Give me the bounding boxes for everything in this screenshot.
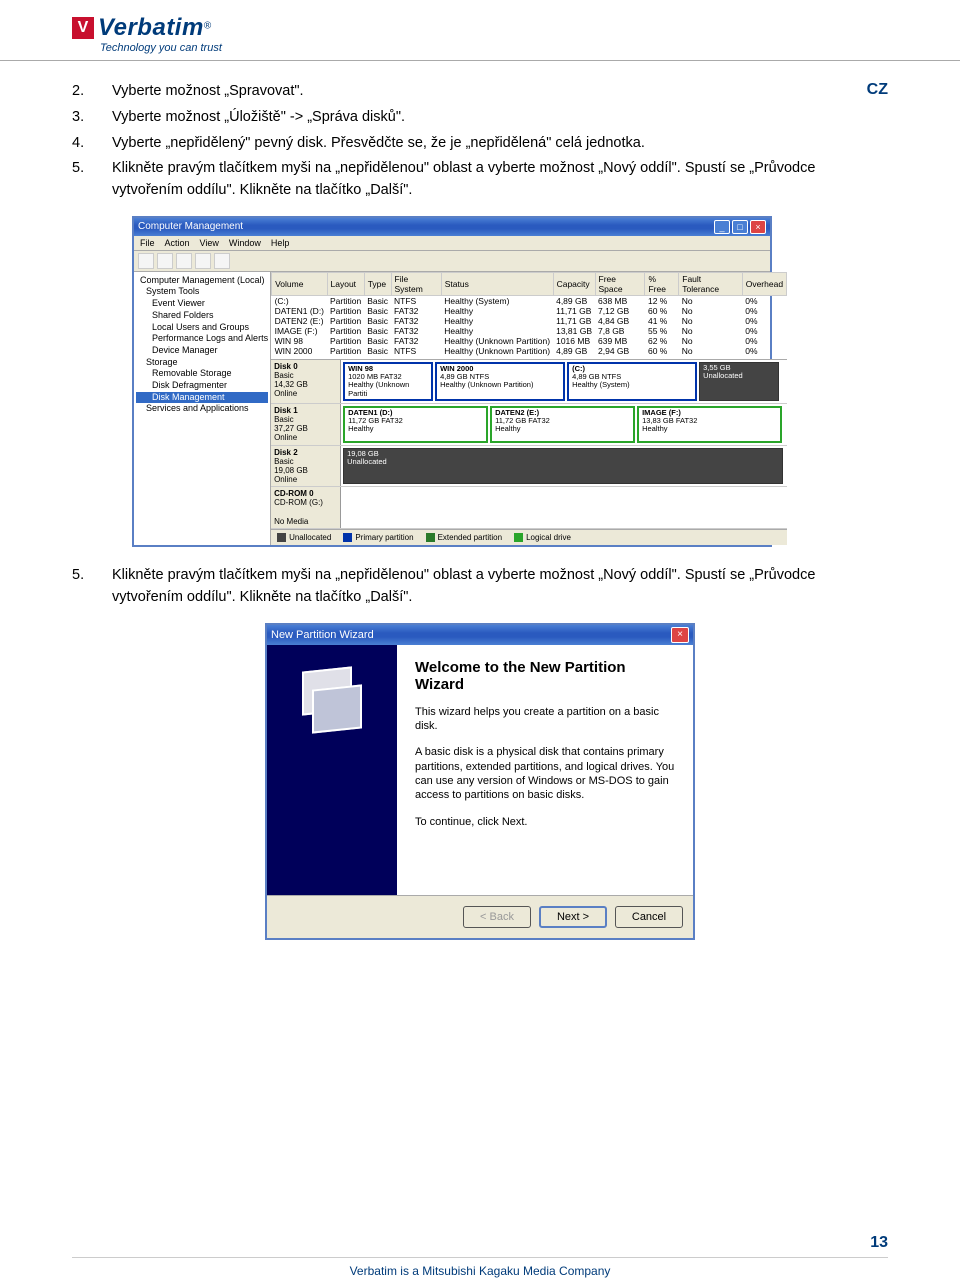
disk-map: Disk 0Basic14,32 GBOnlineWIN 981020 MB F…: [271, 360, 787, 529]
disk-row: Disk 2Basic19,08 GBOnline19,08 GBUnalloc…: [271, 446, 787, 488]
toolbar-icon[interactable]: [176, 253, 192, 269]
tree-node[interactable]: Shared Folders: [136, 310, 268, 322]
menu-item[interactable]: Window: [229, 238, 261, 248]
partition-block[interactable]: 3,55 GBUnallocated: [699, 362, 779, 401]
brand-name: Verbatim: [98, 14, 204, 41]
wizard-title: New Partition Wizard: [271, 629, 374, 641]
volume-table: VolumeLayoutTypeFile SystemStatusCapacit…: [271, 272, 787, 356]
tree-node[interactable]: Removable Storage: [136, 368, 268, 380]
partition-block[interactable]: DATEN2 (E:)11,72 GB FAT32Healthy: [490, 406, 635, 443]
column-header[interactable]: Status: [441, 272, 553, 295]
page-footer: Verbatim is a Mitsubishi Kagaku Media Co…: [72, 1257, 888, 1278]
cm-title: Computer Management: [138, 221, 243, 232]
legend-item: Extended partition: [426, 533, 503, 542]
brand-logo: V Verbatim®: [72, 14, 960, 42]
menu-item[interactable]: View: [200, 238, 219, 248]
legend-item: Unallocated: [277, 533, 331, 542]
tree-node[interactable]: Device Manager: [136, 345, 268, 357]
column-header[interactable]: Capacity: [553, 272, 595, 295]
disk-row: Disk 1Basic37,27 GBOnlineDATEN1 (D:)11,7…: [271, 404, 787, 446]
wizard-heading: Welcome to the New Partition Wizard: [415, 659, 675, 693]
toolbar-icon[interactable]: [138, 253, 154, 269]
wizard-text: This wizard helps you create a partition…: [415, 705, 675, 734]
tree-node[interactable]: Event Viewer: [136, 298, 268, 310]
disk-icon: [312, 684, 362, 733]
wizard-text: To continue, click Next.: [415, 815, 675, 829]
tree-node[interactable]: Disk Management: [136, 392, 268, 404]
column-header[interactable]: Type: [364, 272, 391, 295]
table-row[interactable]: (C:)PartitionBasicNTFSHealthy (System)4,…: [272, 295, 787, 306]
toolbar-icon[interactable]: [195, 253, 211, 269]
minimize-icon[interactable]: _: [714, 220, 730, 234]
toolbar-icon[interactable]: [157, 253, 173, 269]
close-icon[interactable]: ×: [750, 220, 766, 234]
menu-item[interactable]: Action: [165, 238, 190, 248]
next-button[interactable]: Next >: [539, 906, 607, 928]
tree-node[interactable]: Disk Defragmenter: [136, 380, 268, 392]
column-header[interactable]: Overhead: [742, 272, 786, 295]
table-row[interactable]: DATEN1 (D:)PartitionBasicFAT32Healthy11,…: [272, 306, 787, 316]
disk-label: Disk 2Basic19,08 GBOnline: [271, 446, 341, 487]
tree-node[interactable]: Storage: [136, 357, 268, 369]
tree-node[interactable]: Computer Management (Local): [136, 275, 268, 287]
wizard-text: A basic disk is a physical disk that con…: [415, 745, 675, 802]
disk-legend: Unallocated Primary partition Extended par…: [271, 529, 787, 545]
cm-toolbar: [134, 251, 770, 272]
language-tag: CZ: [867, 81, 888, 99]
partition-block[interactable]: 19,08 GBUnallocated: [343, 448, 783, 485]
legend-item: Logical drive: [514, 533, 571, 542]
step-item: 3.Vyberte možnost „Úložiště" -> „Správa …: [72, 107, 888, 129]
close-icon[interactable]: ×: [671, 627, 689, 643]
brand-tagline: Technology you can trust: [72, 42, 960, 54]
cm-menubar: File Action View Window Help: [134, 236, 770, 251]
partition-block[interactable]: DATEN1 (D:)11,72 GB FAT32Healthy: [343, 406, 488, 443]
menu-item[interactable]: File: [140, 238, 155, 248]
cancel-button[interactable]: Cancel: [615, 906, 683, 928]
steps-list-top: 2.Vyberte možnost „Spravovat". 3.Vyberte …: [72, 81, 888, 202]
partition-block[interactable]: WIN 981020 MB FAT32Healthy (Unknown Part…: [343, 362, 433, 401]
tree-node[interactable]: Services and Applications: [136, 403, 268, 415]
step-item: 2.Vyberte možnost „Spravovat".: [72, 81, 888, 103]
wizard-titlebar: New Partition Wizard ×: [267, 625, 693, 645]
disk-row: CD-ROM 0CD-ROM (G:)No Media: [271, 487, 787, 529]
table-row[interactable]: WIN 98PartitionBasicFAT32Healthy (Unknow…: [272, 336, 787, 346]
table-row[interactable]: WIN 2000PartitionBasicNTFSHealthy (Unkno…: [272, 346, 787, 356]
table-row[interactable]: IMAGE (F:)PartitionBasicFAT32Healthy13,8…: [272, 326, 787, 336]
column-header[interactable]: Layout: [327, 272, 364, 295]
back-button: < Back: [463, 906, 531, 928]
disk-label: CD-ROM 0CD-ROM (G:)No Media: [271, 487, 341, 528]
tree-node[interactable]: System Tools: [136, 286, 268, 298]
page-number: 13: [870, 1234, 888, 1252]
tree-node[interactable]: Performance Logs and Alerts: [136, 333, 268, 345]
disk-label: Disk 1Basic37,27 GBOnline: [271, 404, 341, 445]
column-header[interactable]: % Free: [645, 272, 679, 295]
cm-tree[interactable]: Computer Management (Local)System ToolsE…: [134, 272, 271, 546]
maximize-icon[interactable]: □: [732, 220, 748, 234]
toolbar-icon[interactable]: [214, 253, 230, 269]
menu-item[interactable]: Help: [271, 238, 290, 248]
disk-row: Disk 0Basic14,32 GBOnlineWIN 981020 MB F…: [271, 360, 787, 404]
table-row[interactable]: DATEN2 (E:)PartitionBasicFAT32Healthy11,…: [272, 316, 787, 326]
column-header[interactable]: Volume: [272, 272, 327, 295]
cm-titlebar: Computer Management _ □ ×: [134, 218, 770, 236]
tree-node[interactable]: Local Users and Groups: [136, 322, 268, 334]
steps-list-bottom: 5.Klikněte pravým tlačítkem myši na „nep…: [72, 565, 888, 609]
brand-reg: ®: [204, 21, 211, 32]
partition-block[interactable]: WIN 20004,89 GB NTFSHealthy (Unknown Par…: [435, 362, 565, 401]
column-header[interactable]: Fault Tolerance: [679, 272, 742, 295]
disk-label: Disk 0Basic14,32 GBOnline: [271, 360, 341, 403]
computer-management-window: Computer Management _ □ × File Action View…: [132, 216, 772, 548]
step-item: 4.Vyberte „nepřidělený" pevný disk. Přes…: [72, 133, 888, 155]
page-header: V Verbatim® Technology you can trust: [0, 0, 960, 61]
new-partition-wizard: New Partition Wizard × Welcome to the Ne…: [265, 623, 695, 940]
logo-mark-icon: V: [72, 17, 94, 39]
wizard-banner: [267, 645, 397, 895]
step-item: 5.Klikněte pravým tlačítkem myši na „nep…: [72, 158, 888, 202]
partition-block[interactable]: (C:)4,89 GB NTFSHealthy (System): [567, 362, 697, 401]
step-item: 5.Klikněte pravým tlačítkem myši na „nep…: [72, 565, 888, 609]
column-header[interactable]: Free Space: [595, 272, 645, 295]
column-header[interactable]: File System: [391, 272, 441, 295]
partition-block[interactable]: IMAGE (F:)13,83 GB FAT32Healthy: [637, 406, 782, 443]
legend-item: Primary partition: [343, 533, 413, 542]
